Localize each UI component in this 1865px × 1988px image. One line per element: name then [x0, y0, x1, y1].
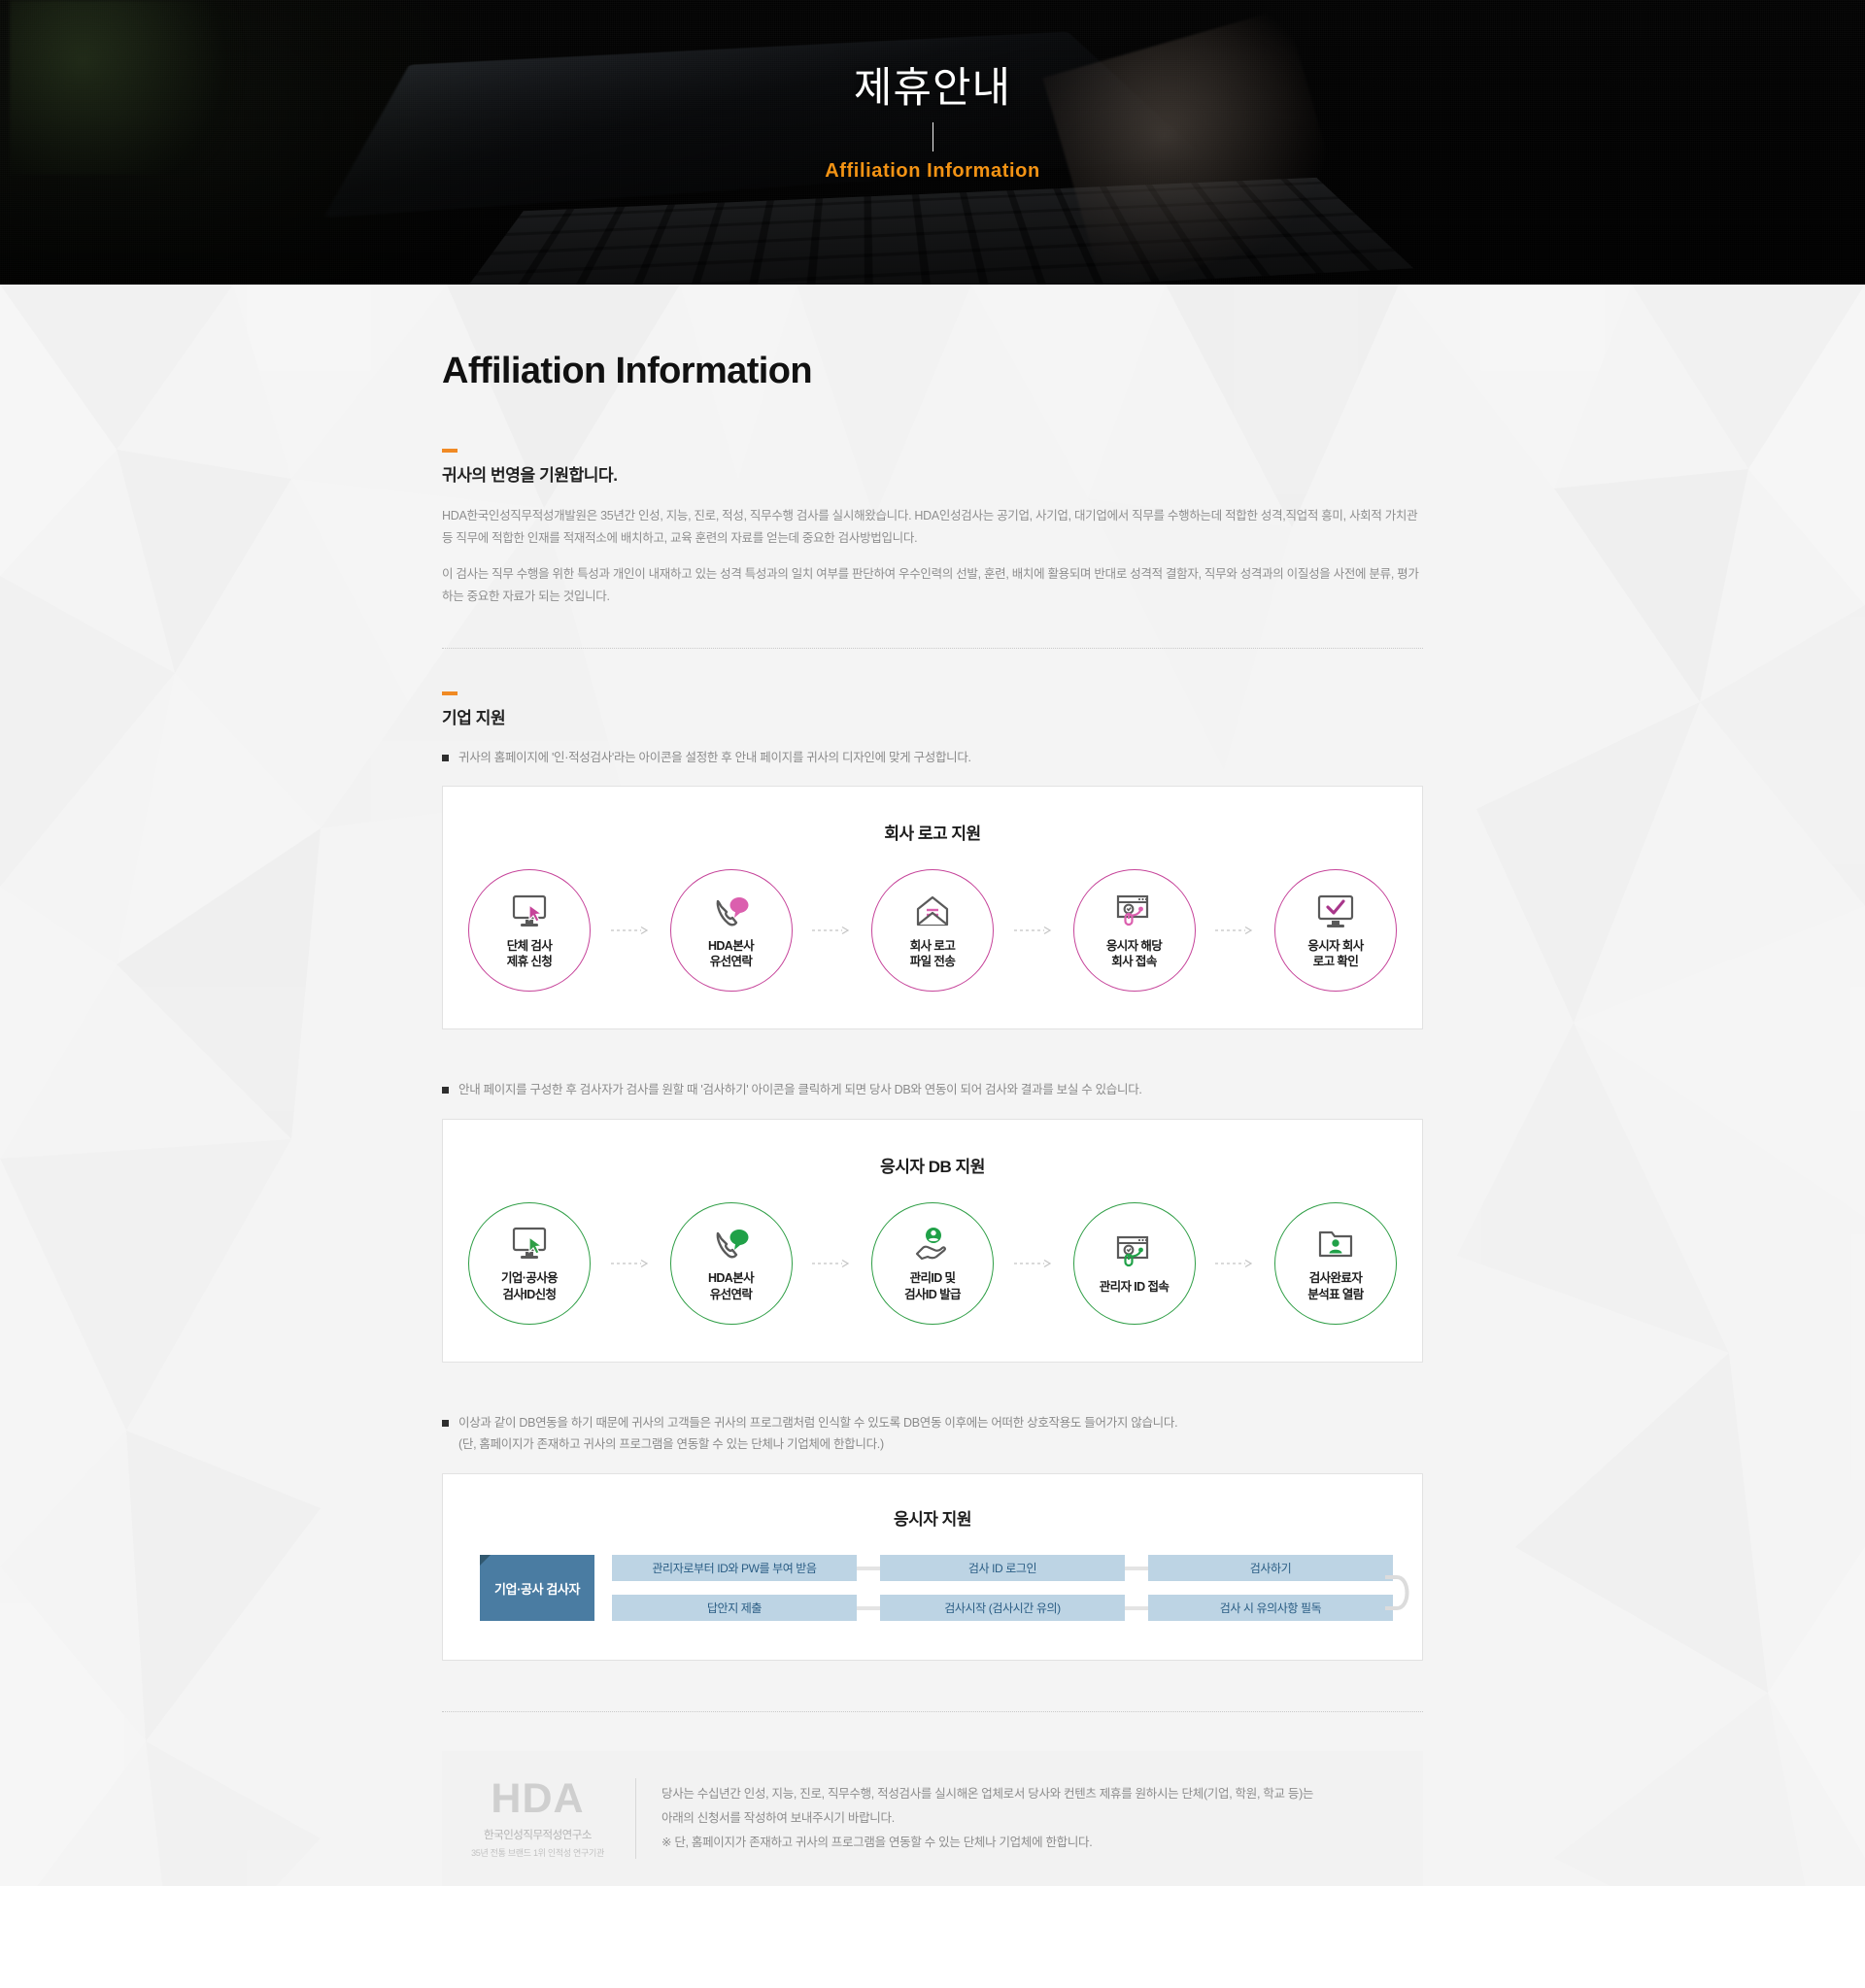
flow-node: 관리자 ID 접속 [1072, 1202, 1196, 1326]
examinee-role-label: 기업·공사 검사자 [493, 1581, 581, 1597]
corporate-section-heading: 기업 지원 [442, 691, 1423, 728]
flow-node-label: 기업·공사용 검사ID신청 [500, 1271, 559, 1302]
orange-accent-bar [442, 691, 458, 695]
flow-node: 검사완료자 분석표 열람 [1274, 1202, 1397, 1326]
flow-title: 응시자 지원 [894, 1510, 971, 1529]
flow-node-label: 관리자 ID 접속 [1099, 1279, 1170, 1294]
flow-step-dash [1125, 1566, 1148, 1570]
flow-node-label: 관리ID 및 검사ID 발급 [904, 1271, 961, 1302]
flow-step-cell: 관리자로부터 ID와 PW를 부여 받음 [612, 1555, 857, 1581]
hand-user-icon [911, 1224, 954, 1264]
hero-title-korean: 제휴안내 [853, 65, 1012, 112]
page-body: Affiliation Information 귀사의 번영을 기원합니다. H… [0, 285, 1865, 1886]
intro-heading-text: 귀사의 번영을 기원합니다. [442, 466, 618, 485]
page-title: Affiliation Information [442, 351, 813, 391]
flow-step-dash [857, 1605, 880, 1610]
flow-connector-arrow [994, 926, 1073, 935]
monitor-cursor-icon [509, 892, 550, 932]
footer-divider [442, 1711, 1423, 1712]
flow-wrap-connector [1385, 1575, 1409, 1610]
intro-paragraph-1: HDA한국인성직무적성개발원은 35년간 인성, 지능, 진로, 적성, 직무수… [442, 509, 1418, 546]
square-bullet-icon [442, 1087, 449, 1095]
bullet-text: 안내 페이지를 구성한 후 검사자가 검사를 원할 때 '검사하기' 아이콘을 … [458, 1083, 1142, 1097]
flow-title: 응시자 DB 지원 [880, 1158, 985, 1177]
envelope-icon [911, 892, 954, 932]
hda-logo: HDA 한국인성직무적성연구소 35년 전통 브랜드 1위 인적성 연구기관 [463, 1778, 636, 1859]
phone-chat-icon [711, 892, 752, 932]
section-divider [442, 647, 1423, 649]
folder-user-icon [1314, 1224, 1357, 1264]
hda-logo-korean-name: 한국인성직무적성연구소 [484, 1830, 592, 1841]
flow-step-dash [1125, 1605, 1148, 1610]
flow-node: 단체 검사 제휴 신청 [468, 869, 591, 993]
flow-connector-arrow [1196, 1259, 1275, 1268]
flow-step-cell: 검사 시 유의사항 필독 [1148, 1595, 1393, 1621]
corporate-heading-text: 기업 지원 [442, 708, 506, 727]
flow-step-cell: 검사시작 (검사시간 유의) [880, 1595, 1125, 1621]
flow-connector-arrow [591, 926, 670, 935]
flow-step-cell: 답안지 제출 [612, 1595, 857, 1621]
footer-line-1: 당사는 수십년간 인성, 지능, 진로, 직무수행, 적성검사를 실시해온 업체… [661, 1787, 1314, 1801]
flow-node-label: 응시자 회사 로고 확인 [1307, 938, 1364, 969]
flow-step-cell: 검사 ID 로그인 [880, 1555, 1125, 1581]
flow-node: 기업·공사용 검사ID신청 [468, 1202, 591, 1326]
flow-step-dash [857, 1566, 880, 1570]
browser-click-icon [1113, 1232, 1156, 1273]
bullet-item: 귀사의 홈페이지에 '인·적성검사'라는 아이콘을 설정한 후 안내 페이지를 … [442, 748, 1423, 769]
bullet-text: 귀사의 홈페이지에 '인·적성검사'라는 아이콘을 설정한 후 안내 페이지를 … [458, 750, 971, 764]
flow-connector-arrow [1196, 926, 1275, 935]
flow-connector-arrow [994, 1259, 1073, 1268]
intro-section-heading: 귀사의 번영을 기원합니다. [442, 449, 1423, 486]
flow-diagram-examinee-support: 응시자 지원 기업·공사 검사자 관리자로부터 ID와 PW를 부여 받음 검사… [442, 1473, 1423, 1661]
flow-title: 회사 로고 지원 [884, 825, 981, 844]
flow-node: 응시자 해당 회사 접속 [1072, 869, 1196, 993]
bullet-text-line1: 이상과 같이 DB연동을 하기 때문에 귀사의 고객들은 귀사의 프로그램처럼 … [458, 1416, 1178, 1431]
flow-node: HDA본사 유선연락 [669, 1202, 793, 1326]
flow-node-label: HDA본사 유선연락 [707, 1271, 755, 1302]
hero-divider-line [932, 122, 933, 152]
footer-line-2: 아래의 신청서를 작성하여 보내주시기 바랍니다. [661, 1811, 895, 1825]
examinee-role-tag: 기업·공사 검사자 [480, 1555, 594, 1621]
bullet-text-line2: (단, 홈페이지가 존재하고 귀사의 프로그램을 연동할 수 있는 단체나 기업… [458, 1437, 884, 1452]
flow-connector-arrow [793, 926, 872, 935]
footer-line-3: ※ 단, 홈페이지가 존재하고 귀사의 프로그램을 연동할 수 있는 단체나 기… [661, 1836, 1093, 1849]
flow-connector-arrow [793, 1259, 872, 1268]
monitor-check-icon [1314, 892, 1357, 932]
flow-connector-arrow [591, 1259, 670, 1268]
monitor-cursor-icon [509, 1224, 550, 1264]
flow-node-label: HDA본사 유선연락 [707, 938, 755, 969]
flow-step-cell: 검사하기 [1148, 1555, 1393, 1581]
flow-node: 회사 로고 파일 전송 [871, 869, 994, 993]
orange-accent-bar [442, 449, 458, 453]
flow-node-label: 회사 로고 파일 전송 [909, 938, 956, 969]
bullet-text-group: 이상과 같이 DB연동을 하기 때문에 귀사의 고객들은 귀사의 프로그램처럼 … [458, 1413, 1178, 1456]
page-hero-banner: 제휴안내 Affiliation Information [0, 0, 1865, 285]
flow-node-label: 단체 검사 제휴 신청 [506, 938, 553, 969]
flow-diagram-logo-support: 회사 로고 지원 단체 검사 제휴 신청 HDA본사 유선연락 회사 로고 파일… [442, 786, 1423, 1030]
hero-title-english: Affiliation Information [825, 160, 1040, 183]
square-bullet-icon [442, 754, 449, 761]
square-bullet-icon [442, 1420, 449, 1428]
bullet-item: 이상과 같이 DB연동을 하기 때문에 귀사의 고객들은 귀사의 프로그램처럼 … [442, 1413, 1423, 1456]
browser-click-icon [1113, 892, 1156, 932]
phone-chat-icon [711, 1224, 752, 1264]
hda-logo-mark: HDA [491, 1775, 585, 1822]
flow-diagram-db-support: 응시자 DB 지원 기업·공사용 검사ID신청 HDA본사 유선연락 관리ID … [442, 1119, 1423, 1364]
flow-node: 관리ID 및 검사ID 발급 [871, 1202, 994, 1326]
flow-node: HDA본사 유선연락 [669, 869, 793, 993]
flow-node-label: 검사완료자 분석표 열람 [1307, 1271, 1364, 1302]
flow-node: 응시자 회사 로고 확인 [1274, 869, 1397, 993]
flow-node-label: 응시자 해당 회사 접속 [1105, 938, 1163, 969]
hda-logo-tagline: 35년 전통 브랜드 1위 인적성 연구기관 [471, 1848, 604, 1858]
footer-text-block: 당사는 수십년간 인성, 지능, 진로, 직무수행, 적성검사를 실시해온 업체… [636, 1782, 1313, 1855]
intro-paragraph-2: 이 검사는 직무 수행을 위한 특성과 개인이 내재하고 있는 성격 특성과의 … [442, 567, 1419, 604]
footer-info-band: HDA 한국인성직무적성연구소 35년 전통 브랜드 1위 인적성 연구기관 당… [442, 1751, 1423, 1886]
bullet-item: 안내 페이지를 구성한 후 검사자가 검사를 원할 때 '검사하기' 아이콘을 … [442, 1080, 1423, 1101]
